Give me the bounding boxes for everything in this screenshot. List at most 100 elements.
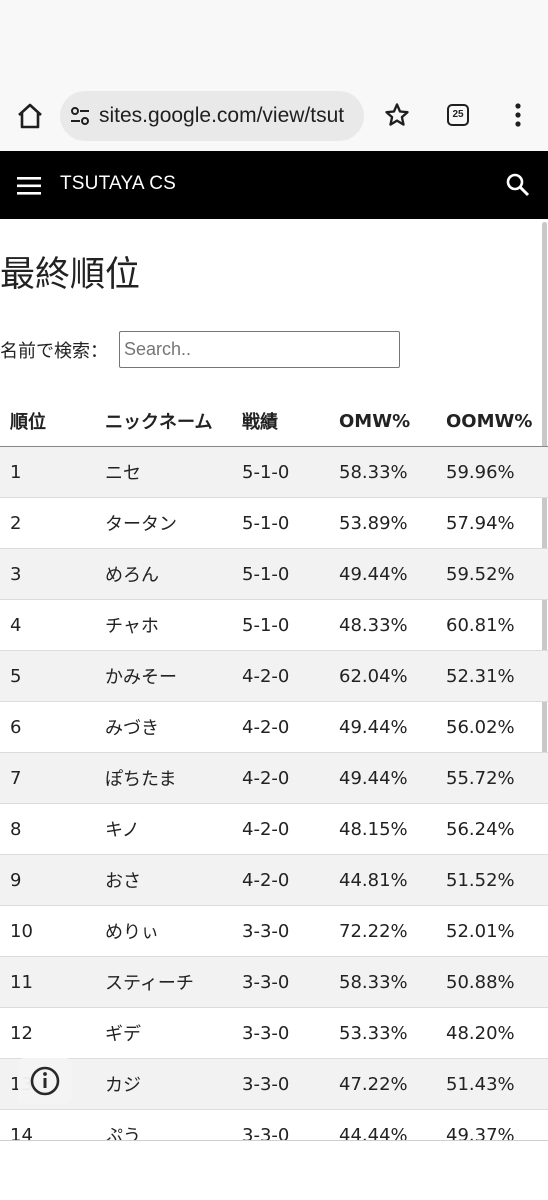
search-icon (506, 173, 530, 197)
cell-oomw: 56.02% (446, 701, 548, 753)
cell-omw: 58.33% (339, 956, 446, 1008)
nav-menu-button[interactable] (17, 177, 41, 195)
table-row: 1 ニセ 5-1-0 58.33% 59.96% (0, 446, 548, 498)
cell-oomw: 56.24% (446, 803, 548, 855)
info-icon (30, 1066, 60, 1096)
bottom-area (0, 1140, 548, 1200)
table-row: 4 チャホ 5-1-0 48.33% 60.81% (0, 599, 548, 651)
cell-nickname: タータン (105, 497, 242, 549)
cell-rank: 12 (0, 1007, 105, 1059)
cell-oomw: 57.94% (446, 497, 548, 549)
tab-switcher-button[interactable]: 25 (447, 104, 469, 126)
cell-omw: 62.04% (339, 650, 446, 702)
cell-record: 4-2-0 (242, 701, 339, 753)
cell-oomw: 50.88% (446, 956, 548, 1008)
cell-record: 4-2-0 (242, 854, 339, 906)
browser-menu-button[interactable] (506, 101, 530, 129)
cell-nickname: ニセ (105, 446, 242, 498)
site-info-button[interactable] (18, 1058, 72, 1104)
cell-rank: 5 (0, 650, 105, 702)
bookmark-button[interactable] (383, 101, 411, 129)
cell-omw: 48.15% (339, 803, 446, 855)
header-rank: 順位 (0, 396, 105, 447)
table-row: 12 ギデ 3-3-0 53.33% 48.20% (0, 1007, 548, 1059)
cell-rank: 9 (0, 854, 105, 906)
cell-oomw: 52.31% (446, 650, 548, 702)
cell-rank: 11 (0, 956, 105, 1008)
table-row: 13 カジ 3-3-0 47.22% 51.43% (0, 1058, 548, 1110)
cell-rank: 1 (0, 446, 105, 498)
header-oomw: OOMW% (446, 396, 548, 447)
cell-nickname: めろん (105, 548, 242, 600)
cell-oomw: 51.43% (446, 1058, 548, 1110)
cell-record: 5-1-0 (242, 497, 339, 549)
tune-icon[interactable] (68, 104, 92, 128)
cell-rank: 4 (0, 599, 105, 651)
cell-rank: 8 (0, 803, 105, 855)
cell-record: 3-3-0 (242, 905, 339, 957)
cell-nickname: チャホ (105, 599, 242, 651)
cell-record: 5-1-0 (242, 446, 339, 498)
table-row: 8 キノ 4-2-0 48.15% 56.24% (0, 803, 548, 855)
star-icon (385, 103, 409, 126)
cell-record: 5-1-0 (242, 548, 339, 600)
cell-oomw: 59.96% (446, 446, 548, 498)
cell-record: 3-3-0 (242, 956, 339, 1008)
cell-record: 3-3-0 (242, 1058, 339, 1110)
more-vert-icon (515, 103, 521, 127)
cell-rank: 10 (0, 905, 105, 957)
table-row: 6 みづき 4-2-0 49.44% 56.02% (0, 701, 548, 753)
ranking-table: 順位 ニックネーム 戦績 OMW% OOMW% 1 ニセ 5-1-0 58.33… (0, 396, 548, 1161)
cell-record: 4-2-0 (242, 803, 339, 855)
table-row: 3 めろん 5-1-0 49.44% 59.52% (0, 548, 548, 600)
name-search-input[interactable] (119, 331, 400, 368)
table-row: 7 ぽちたま 4-2-0 49.44% 55.72% (0, 752, 548, 804)
table-row: 10 めりぃ 3-3-0 72.22% 52.01% (0, 905, 548, 957)
url-text: sites.google.com/view/tsut (99, 104, 345, 127)
status-bar (0, 0, 548, 88)
cell-record: 4-2-0 (242, 752, 339, 804)
page-title: 最終順位 (0, 255, 141, 295)
cell-record: 5-1-0 (242, 599, 339, 651)
header-nickname: ニックネーム (105, 396, 242, 447)
cell-oomw: 59.52% (446, 548, 548, 600)
address-bar[interactable]: sites.google.com/view/tsut (60, 91, 364, 141)
cell-oomw: 55.72% (446, 752, 548, 804)
cell-oomw: 48.20% (446, 1007, 548, 1059)
cell-nickname: かみそー (105, 650, 242, 702)
cell-nickname: キノ (105, 803, 242, 855)
cell-omw: 53.89% (339, 497, 446, 549)
site-title[interactable]: TSUTAYA CS (60, 173, 176, 195)
cell-omw: 53.33% (339, 1007, 446, 1059)
cell-omw: 47.22% (339, 1058, 446, 1110)
header-record: 戦績 (242, 396, 339, 447)
cell-rank: 6 (0, 701, 105, 753)
cell-rank: 3 (0, 548, 105, 600)
table-row: 11 スティーチ 3-3-0 58.33% 50.88% (0, 956, 548, 1008)
cell-nickname: めりぃ (105, 905, 242, 957)
cell-record: 3-3-0 (242, 1007, 339, 1059)
cell-record: 4-2-0 (242, 650, 339, 702)
table-header-row: 順位 ニックネーム 戦績 OMW% OOMW% (0, 396, 548, 447)
cell-nickname: ぽちたま (105, 752, 242, 804)
search-label: 名前で検索： (0, 341, 108, 362)
cell-nickname: ギデ (105, 1007, 242, 1059)
home-button[interactable] (14, 100, 46, 132)
cell-rank: 2 (0, 497, 105, 549)
cell-oomw: 52.01% (446, 905, 548, 957)
table-row: 2 タータン 5-1-0 53.89% 57.94% (0, 497, 548, 549)
cell-nickname: みづき (105, 701, 242, 753)
cell-omw: 44.81% (339, 854, 446, 906)
cell-omw: 49.44% (339, 548, 446, 600)
cell-omw: 49.44% (339, 752, 446, 804)
cell-nickname: スティーチ (105, 956, 242, 1008)
cell-nickname: おさ (105, 854, 242, 906)
cell-omw: 49.44% (339, 701, 446, 753)
header-omw: OMW% (339, 396, 446, 447)
site-search-button[interactable] (505, 172, 531, 198)
cell-omw: 48.33% (339, 599, 446, 651)
hamburger-icon (17, 177, 41, 195)
home-icon (18, 103, 42, 129)
table-row: 5 かみそー 4-2-0 62.04% 52.31% (0, 650, 548, 702)
cell-rank: 7 (0, 752, 105, 804)
